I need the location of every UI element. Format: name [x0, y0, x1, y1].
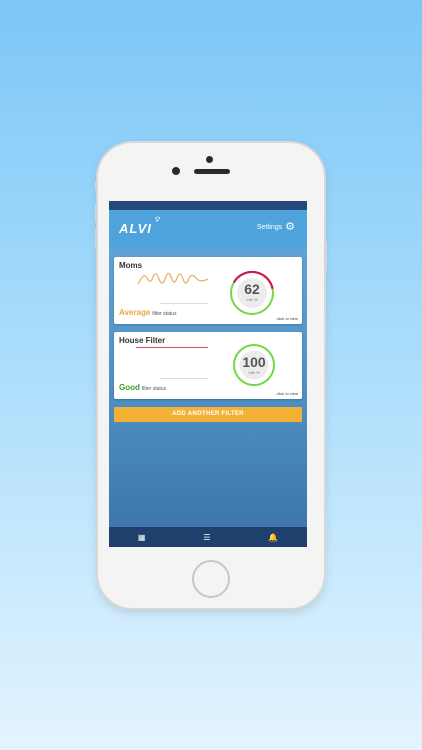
life-percent-value: 100 [242, 354, 266, 370]
add-filter-button[interactable]: ADD ANOTHER FILTER [114, 407, 302, 422]
phone-speaker [194, 169, 230, 174]
life-gauge: 100 Life % [231, 342, 277, 388]
life-percent-label: Life % [248, 370, 260, 375]
phone-home-button[interactable] [192, 560, 230, 598]
phone-frame: ALVI ⌔ Settings ⚙ Moms 62 Life % Average… [95, 143, 327, 608]
signal-icon: ⌔ [153, 215, 162, 224]
filter-status: Average filter status [119, 308, 176, 317]
status-suffix: filter status [152, 311, 177, 317]
filter-sparkline [136, 347, 208, 348]
status-word: Good [119, 383, 140, 392]
phone-side-button [95, 181, 98, 191]
status-word: Average [119, 308, 151, 317]
list-icon[interactable]: ☰ [203, 533, 210, 542]
status-bar [109, 201, 307, 210]
settings-button[interactable]: Settings ⚙ [256, 221, 295, 233]
phone-volume-down-button [95, 229, 98, 249]
logo-text: ALVI [119, 221, 152, 236]
dashboard-icon[interactable]: ▦ [138, 533, 146, 542]
life-gauge: 62 Life % [228, 269, 276, 317]
bell-icon[interactable]: 🔔 [268, 533, 278, 542]
click-to-view-link[interactable]: click to view [277, 391, 298, 396]
settings-label: Settings [256, 224, 283, 231]
gear-icon: ⚙ [285, 221, 295, 233]
app-logo: ALVI ⌔ [119, 215, 161, 236]
life-percent-value: 62 [244, 281, 260, 297]
bottom-tab-bar: ▦ ☰ 🔔 [109, 527, 307, 547]
phone-volume-up-button [95, 203, 98, 223]
filter-card-house[interactable]: House Filter 100 Life % Good filter statu… [114, 332, 302, 399]
filter-name: House Filter [119, 336, 166, 345]
phone-power-button [324, 241, 327, 271]
chart-baseline [160, 303, 208, 304]
chart-baseline [160, 378, 208, 379]
filter-card-moms[interactable]: Moms 62 Life % Average filter status clic… [114, 257, 302, 324]
click-to-view-link[interactable]: click to view [277, 316, 298, 321]
status-suffix: filter status [141, 386, 167, 392]
app-screen: ALVI ⌔ Settings ⚙ Moms 62 Life % Average… [109, 201, 307, 547]
phone-sensor [206, 156, 213, 163]
filter-sparkline [137, 272, 209, 285]
filter-status: Good filter status [119, 383, 166, 392]
phone-camera [172, 167, 180, 175]
life-percent-label: Life % [246, 297, 258, 302]
app-header: ALVI ⌔ Settings ⚙ [109, 210, 307, 248]
